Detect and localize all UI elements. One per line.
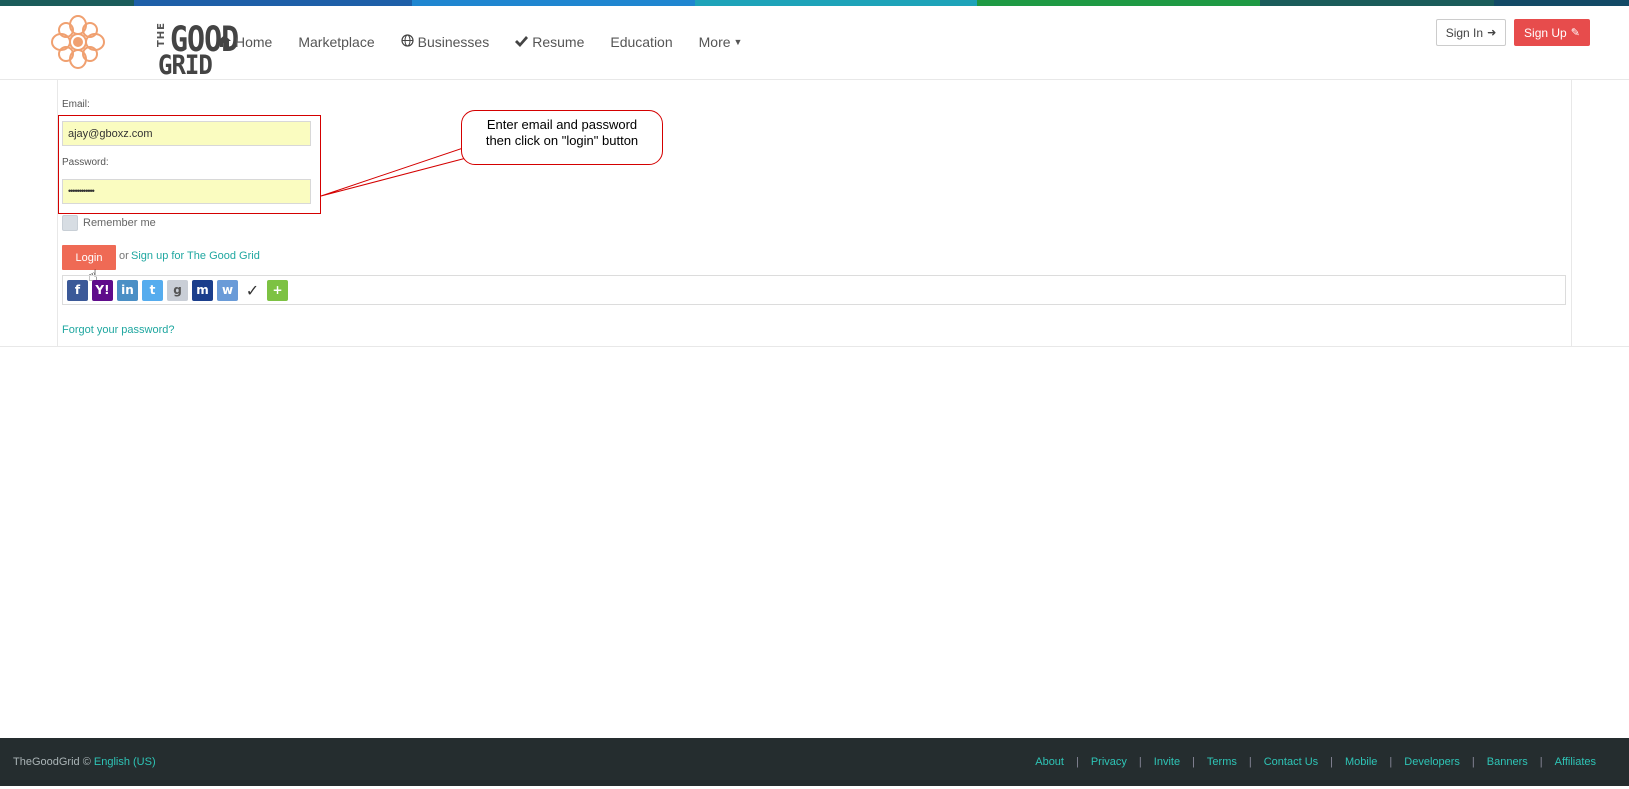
footer-copyright: TheGoodGrid ©	[13, 756, 91, 768]
remember-me[interactable]: Remember me	[62, 215, 156, 231]
footer-link-about[interactable]: About	[1035, 756, 1064, 768]
footer-separator: |	[1539, 756, 1543, 768]
sign-up-button[interactable]: Sign Up ✎	[1514, 19, 1590, 46]
nav-label: More	[698, 34, 731, 50]
sign-up-link[interactable]: Sign up for The Good Grid	[131, 250, 260, 262]
sign-in-button[interactable]: Sign In ➜	[1436, 19, 1506, 46]
nav-label: Businesses	[417, 34, 490, 50]
nav-label: Home	[235, 34, 273, 50]
nav-item-businesses[interactable]: Businesses	[401, 34, 490, 50]
forgot-password-link[interactable]: Forgot your password?	[62, 324, 175, 336]
nav-item-home[interactable]: Home	[218, 34, 272, 50]
footer-link-privacy[interactable]: Privacy	[1091, 756, 1127, 768]
facebook-icon[interactable]: f	[67, 279, 88, 301]
footer-link-mobile[interactable]: Mobile	[1345, 756, 1377, 768]
footer-separator: |	[1389, 756, 1393, 768]
callout-line-1: Enter email and password	[486, 117, 638, 132]
footer-brand: TheGoodGrid © English (US)	[13, 756, 156, 768]
social-login-bar: f Y! in t g m w ✓ +	[62, 275, 1566, 305]
globe-icon	[401, 34, 414, 50]
sign-in-icon: ➜	[1487, 27, 1497, 39]
verisign-icon[interactable]: ✓	[242, 279, 263, 301]
myspace-icon[interactable]: m	[192, 279, 213, 301]
sign-in-label: Sign In	[1445, 25, 1484, 40]
email-label: Email:	[62, 99, 90, 110]
callout-line-2: then click on "login" button	[485, 133, 639, 148]
footer-link-developers[interactable]: Developers	[1404, 756, 1460, 768]
edit-icon: ✎	[1570, 27, 1580, 39]
logo-grid-text: GRID	[158, 50, 213, 81]
logo-the-text: THE	[156, 22, 167, 48]
footer-separator: |	[1192, 756, 1195, 768]
footer-separator: |	[1471, 756, 1475, 768]
footer-separator: |	[1330, 756, 1334, 768]
footer-link-terms[interactable]: Terms	[1207, 756, 1237, 768]
nav-item-marketplace[interactable]: Marketplace	[298, 34, 374, 50]
caret-down-icon: ▼	[733, 37, 743, 47]
google-icon[interactable]: g	[167, 279, 188, 301]
site-footer: TheGoodGrid © English (US) About | Privacy…	[0, 738, 1629, 786]
panel-divider	[0, 346, 1629, 347]
remember-me-checkbox[interactable]	[62, 215, 78, 231]
site-header: THE GOOD GRID Home Marketplace Businesse…	[0, 6, 1629, 81]
the-good-grid-logo[interactable]: THE GOOD GRID	[48, 12, 239, 81]
nav-label: Marketplace	[298, 34, 375, 50]
linkedin-icon[interactable]: in	[117, 279, 138, 301]
home-icon	[218, 34, 231, 50]
add-more-icon[interactable]: +	[267, 279, 288, 301]
footer-separator: |	[1138, 756, 1142, 768]
annotation-highlight-box	[58, 115, 321, 214]
yahoo-icon[interactable]: Y!	[92, 279, 113, 301]
remember-me-label: Remember me	[83, 217, 156, 229]
footer-separator: |	[1248, 756, 1252, 768]
nav-item-resume[interactable]: Resume	[515, 34, 584, 50]
nav-item-more[interactable]: More ▼	[699, 34, 743, 50]
nav-item-education[interactable]: Education	[610, 34, 672, 50]
footer-separator: |	[1075, 756, 1079, 768]
footer-link-affiliates[interactable]: Affiliates	[1555, 756, 1596, 768]
sign-up-label: Sign Up	[1524, 25, 1567, 40]
or-text: or	[119, 250, 129, 262]
footer-link-banners[interactable]: Banners	[1487, 756, 1528, 768]
main-nav: Home Marketplace Businesses Resume Educa…	[218, 34, 768, 50]
twitter-icon[interactable]: t	[142, 279, 163, 301]
nav-label: Education	[610, 34, 673, 50]
language-selector[interactable]: English (US)	[94, 756, 156, 768]
footer-link-invite[interactable]: Invite	[1154, 756, 1180, 768]
flower-logo-icon	[51, 15, 105, 69]
footer-links: About | Privacy | Invite | Terms | Contact Us | Mo…	[1035, 756, 1596, 768]
nav-label: Resume	[532, 34, 585, 50]
footer-link-contact-us[interactable]: Contact Us	[1264, 756, 1318, 768]
annotation-callout: Enter email and password then click on "…	[461, 110, 663, 165]
windows-live-icon[interactable]: w	[217, 279, 238, 301]
check-icon	[515, 35, 529, 50]
